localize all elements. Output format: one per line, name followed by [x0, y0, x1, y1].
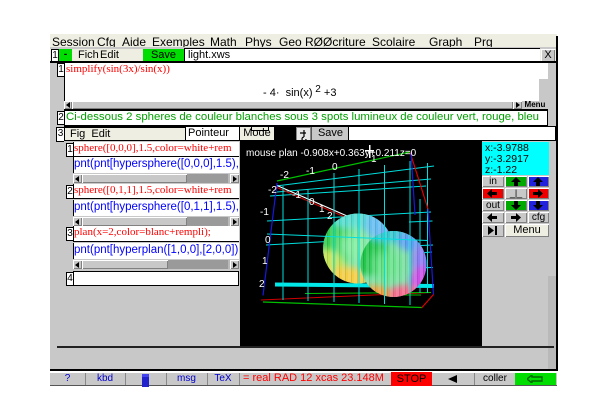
svg-text:1: 1: [262, 256, 268, 267]
svg-text:-2: -2: [280, 170, 289, 181]
svg-text:-1: -1: [292, 190, 301, 201]
svg-text:0: 0: [265, 235, 271, 246]
svg-text:1: 1: [371, 154, 377, 165]
svg-text:0: 0: [332, 162, 338, 173]
svg-text:1: 1: [319, 204, 325, 215]
svg-text:-2: -2: [268, 185, 277, 196]
svg-text:2: 2: [327, 211, 333, 222]
svg-text:mouse plan -0.908x+0.363y+0.21: mouse plan -0.908x+0.363y+0.211z=0: [246, 148, 417, 159]
svg-text:-1: -1: [306, 166, 315, 177]
svg-text:0: 0: [309, 197, 315, 208]
svg-text:-1: -1: [260, 207, 269, 218]
svg-text:2: 2: [259, 279, 265, 290]
